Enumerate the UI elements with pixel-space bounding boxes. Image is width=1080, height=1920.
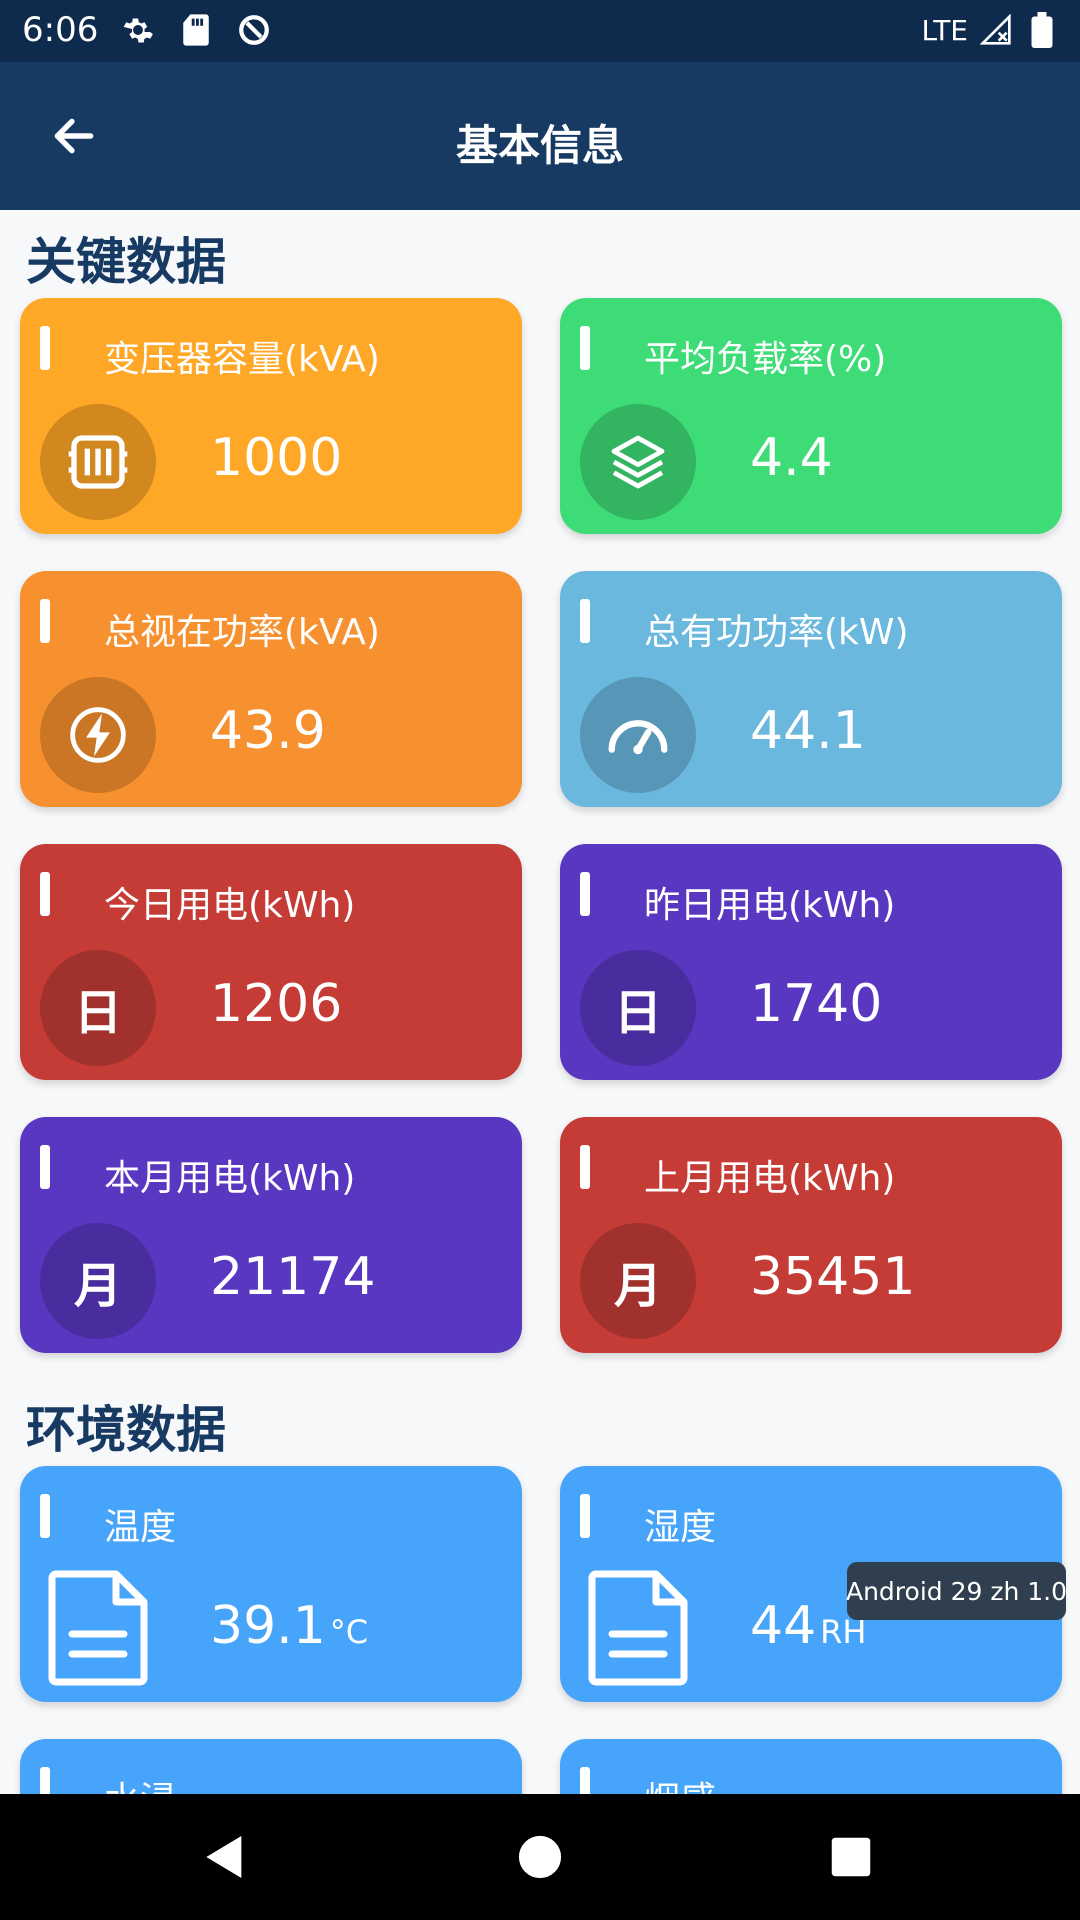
transformer-icon bbox=[40, 404, 156, 520]
card-accent-bar bbox=[40, 326, 50, 370]
card-temperature[interactable]: 温度 39.1 °C bbox=[20, 1466, 522, 1702]
section-title-env-data: 环境数据 bbox=[26, 1401, 226, 1459]
day-icon: 日 bbox=[40, 950, 156, 1066]
status-bar: 6:06 LTE bbox=[0, 0, 1080, 62]
card-label: 变压器容量(kVA) bbox=[104, 339, 380, 380]
month-icon: 月 bbox=[580, 1223, 696, 1339]
card-yesterday-usage[interactable]: 昨日用电(kWh) 日 1740 bbox=[560, 844, 1062, 1080]
card-accent-bar bbox=[40, 1145, 50, 1189]
battery-icon bbox=[1024, 12, 1060, 48]
nav-home-icon[interactable] bbox=[503, 1820, 577, 1894]
value-number: 39.1 bbox=[210, 1596, 326, 1656]
card-label: 总视在功率(kVA) bbox=[104, 612, 380, 653]
app-bar: 基本信息 bbox=[0, 62, 1080, 210]
card-accent-bar bbox=[580, 599, 590, 643]
card-label: 湿度 bbox=[644, 1507, 717, 1548]
card-label: 今日用电(kWh) bbox=[104, 885, 356, 926]
version-tooltip: Android 29 zh 1.0 bbox=[846, 1562, 1067, 1620]
card-value: 21174 bbox=[210, 1247, 376, 1307]
section-title-key-data: 关键数据 bbox=[26, 233, 226, 291]
card-accent-bar bbox=[40, 1767, 50, 1794]
card-value: 44.1 bbox=[750, 701, 866, 761]
card-label: 平均负载率(%) bbox=[644, 339, 887, 380]
main-content[interactable]: 关键数据 变压器容量(kVA) 1000 平均负载率(%) 4.4 总视在功率(… bbox=[0, 210, 1080, 1794]
value-unit: °C bbox=[329, 1613, 369, 1651]
card-accent-bar bbox=[40, 599, 50, 643]
card-average-load-rate[interactable]: 平均负载率(%) 4.4 bbox=[560, 298, 1062, 534]
card-label: 总有功功率(kW) bbox=[644, 612, 909, 653]
card-value: 4.4 bbox=[750, 428, 833, 488]
card-accent-bar bbox=[580, 1767, 590, 1794]
page-title: 基本信息 bbox=[455, 121, 624, 170]
card-smoke-sensor[interactable]: 烟感 bbox=[560, 1739, 1062, 1794]
card-label: 上月用电(kWh) bbox=[644, 1158, 896, 1199]
card-accent-bar bbox=[40, 872, 50, 916]
card-active-power[interactable]: 总有功功率(kW) 44.1 bbox=[560, 571, 1062, 807]
month-icon: 月 bbox=[40, 1223, 156, 1339]
card-accent-bar bbox=[40, 1494, 50, 1538]
card-value: 1206 bbox=[210, 974, 343, 1034]
card-accent-bar bbox=[580, 872, 590, 916]
card-label: 水浸 bbox=[104, 1771, 176, 1794]
card-value: 1000 bbox=[210, 428, 343, 488]
navigation-bar bbox=[0, 1794, 1080, 1920]
speedometer-icon bbox=[580, 677, 696, 793]
card-label: 本月用电(kWh) bbox=[104, 1158, 356, 1199]
lightning-icon bbox=[40, 677, 156, 793]
card-apparent-power[interactable]: 总视在功率(kVA) 43.9 bbox=[20, 571, 522, 807]
card-value: 39.1 °C bbox=[210, 1596, 368, 1656]
card-value: 43.9 bbox=[210, 701, 326, 761]
network-type: LTE bbox=[921, 13, 968, 47]
layers-icon bbox=[580, 404, 696, 520]
signal-icon bbox=[978, 12, 1014, 48]
card-label: 昨日用电(kWh) bbox=[644, 885, 896, 926]
card-value: 1740 bbox=[750, 974, 883, 1034]
document-icon bbox=[48, 1570, 148, 1686]
card-accent-bar bbox=[580, 1494, 590, 1538]
card-accent-bar bbox=[580, 1145, 590, 1189]
card-today-usage[interactable]: 今日用电(kWh) 日 1206 bbox=[20, 844, 522, 1080]
value-number: 44 bbox=[750, 1596, 817, 1656]
card-water-leak[interactable]: 水浸 bbox=[20, 1739, 522, 1794]
card-accent-bar bbox=[580, 326, 590, 370]
day-icon: 日 bbox=[580, 950, 696, 1066]
nav-recents-icon[interactable] bbox=[814, 1820, 888, 1894]
card-transformer-capacity[interactable]: 变压器容量(kVA) 1000 bbox=[20, 298, 522, 534]
card-label: 温度 bbox=[104, 1507, 177, 1548]
document-icon bbox=[588, 1570, 688, 1686]
settings-gear-icon bbox=[120, 12, 156, 48]
status-time: 6:06 bbox=[22, 10, 99, 50]
nav-back-icon[interactable] bbox=[188, 1820, 262, 1894]
card-last-month-usage[interactable]: 上月用电(kWh) 月 35451 bbox=[560, 1117, 1062, 1353]
card-value: 35451 bbox=[750, 1247, 916, 1307]
card-this-month-usage[interactable]: 本月用电(kWh) 月 21174 bbox=[20, 1117, 522, 1353]
card-label: 烟感 bbox=[644, 1771, 716, 1794]
data-saver-icon bbox=[236, 12, 272, 48]
sd-card-icon bbox=[178, 12, 214, 48]
